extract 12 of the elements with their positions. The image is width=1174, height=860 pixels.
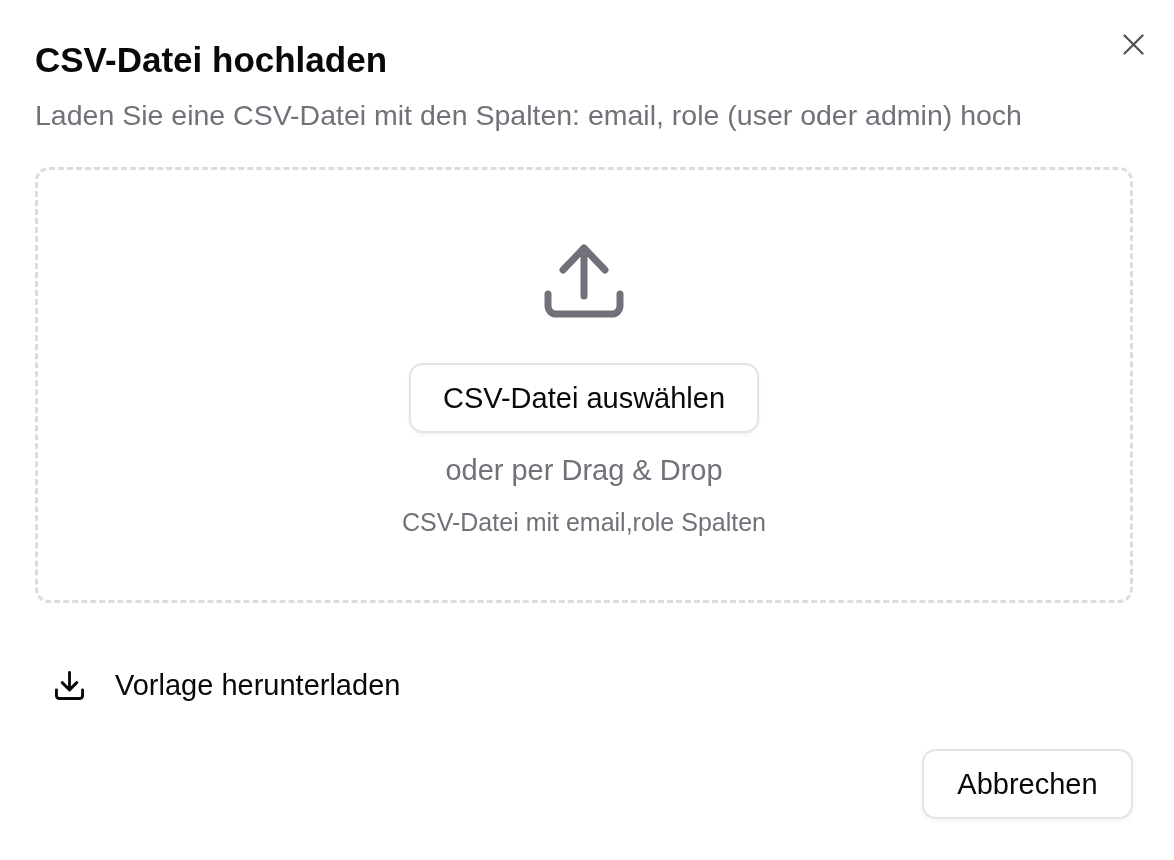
- dialog-description: Laden Sie eine CSV-Datei mit den Spalten: email, role (user oder admin) hoch: [35, 98, 1023, 133]
- choose-file-button[interactable]: CSV-Datei auswählen: [408, 363, 760, 433]
- dialog-title: CSV-Datei hochladen: [35, 40, 388, 80]
- cancel-button[interactable]: Abbrechen: [922, 749, 1133, 819]
- download-template-button[interactable]: Vorlage herunterladen: [35, 650, 421, 720]
- file-drop-zone[interactable]: CSV-Datei auswählen oder per Drag & Drop CSV-Datei mit email,role Spalten: [35, 167, 1133, 603]
- close-button[interactable]: [1120, 31, 1146, 57]
- upload-icon: [544, 244, 624, 318]
- drag-drop-hint: oder per Drag & Drop: [445, 453, 723, 488]
- download-icon: [55, 670, 84, 700]
- close-icon: [1122, 33, 1144, 55]
- file-format-note: CSV-Datei mit email,role Spalten: [401, 507, 766, 537]
